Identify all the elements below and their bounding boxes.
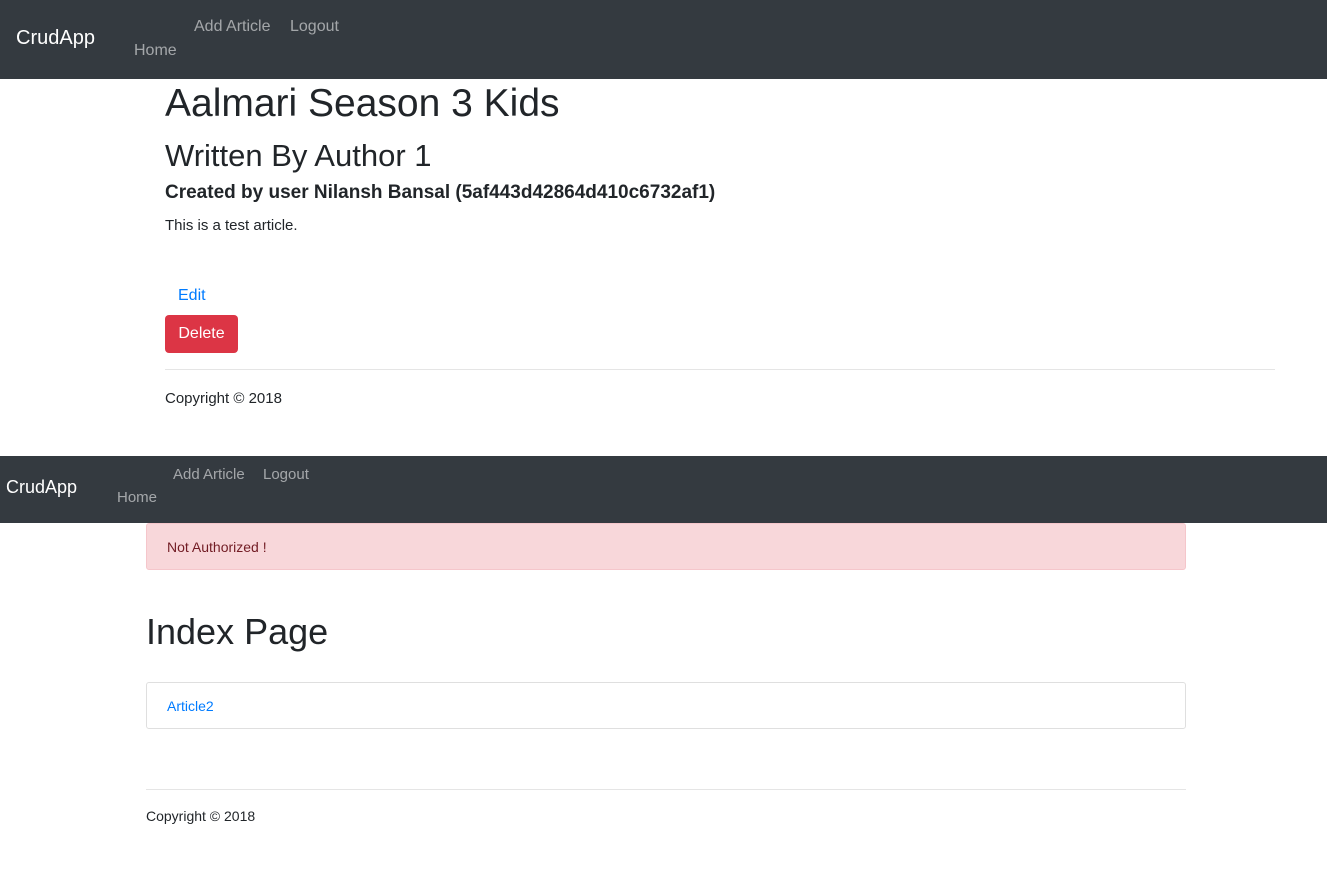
- nav-link-add-article[interactable]: Add Article: [173, 466, 245, 483]
- alert-danger: Not Authorized !: [146, 523, 1186, 570]
- article-title: Aalmari Season 3 Kids: [165, 82, 560, 125]
- footer-divider: [146, 789, 1186, 790]
- footer-divider: [165, 369, 1275, 370]
- nav-link-home[interactable]: Home: [117, 489, 157, 506]
- page-title: Index Page: [146, 611, 329, 652]
- alert-message: Not Authorized !: [167, 539, 267, 555]
- navbar: CrudApp Add Article Logout Home: [0, 0, 1327, 79]
- navbar: CrudApp Add Article Logout Home: [0, 456, 1327, 523]
- delete-button[interactable]: Delete: [165, 315, 238, 353]
- article-author: Written By Author 1: [165, 138, 432, 173]
- edit-link[interactable]: Edit: [178, 287, 206, 305]
- footer-copyright: Copyright © 2018: [146, 808, 256, 824]
- article-list: Article2: [146, 682, 1186, 729]
- navbar-brand[interactable]: CrudApp: [16, 27, 95, 50]
- navbar-brand[interactable]: CrudApp: [6, 477, 77, 498]
- article-creator: Created by user Nilansh Bansal (5af443d4…: [165, 182, 716, 203]
- article-list-item[interactable]: Article2: [167, 698, 214, 714]
- footer-copyright: Copyright © 2018: [165, 390, 282, 407]
- nav-link-logout[interactable]: Logout: [290, 18, 339, 36]
- nav-link-logout[interactable]: Logout: [263, 466, 309, 483]
- nav-link-home[interactable]: Home: [134, 42, 177, 60]
- article-body: This is a test article.: [165, 217, 298, 234]
- nav-link-add-article[interactable]: Add Article: [194, 18, 270, 36]
